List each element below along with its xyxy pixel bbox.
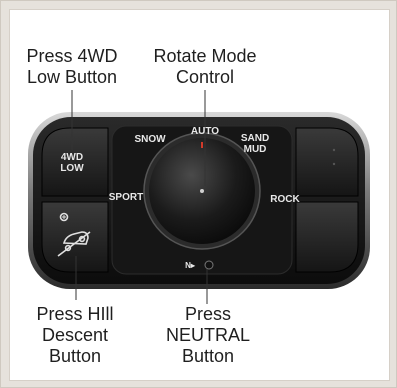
mode-label-sport: SPORT	[109, 192, 143, 203]
mode-label-sand-mud: MUD	[244, 144, 267, 155]
four-wd-low-label: 4WD	[61, 152, 83, 163]
callout-line: Press	[184, 304, 231, 324]
callout-line: Press 4WD	[26, 46, 118, 66]
callout-line: Rotate Mode	[153, 46, 257, 66]
mode-label-sand-mud: SAND	[241, 133, 269, 144]
callout-four-wd-low: Press 4WD Low Button	[22, 46, 122, 88]
callout-line: Button	[48, 346, 102, 366]
mode-label-auto: AUTO	[191, 126, 219, 137]
callout-rotate-mode: Rotate Mode Control	[140, 46, 270, 88]
callout-hill-descent: Press HIll Descent Button	[30, 304, 120, 367]
callout-line: Descent	[41, 325, 109, 345]
callout-line: Low Button	[26, 67, 118, 87]
mode-label-rock: ROCK	[270, 194, 300, 205]
neutral-label: N▸	[185, 261, 196, 270]
callout-line: Press HIll	[36, 304, 114, 324]
callout-line: NEUTRAL	[165, 325, 250, 345]
mode-label-snow: SNOW	[134, 134, 166, 145]
callout-neutral: Press NEUTRAL Button	[158, 304, 258, 367]
callout-line: Button	[181, 346, 235, 366]
callout-line: Control	[175, 67, 235, 87]
four-wd-low-label: LOW	[60, 163, 84, 174]
